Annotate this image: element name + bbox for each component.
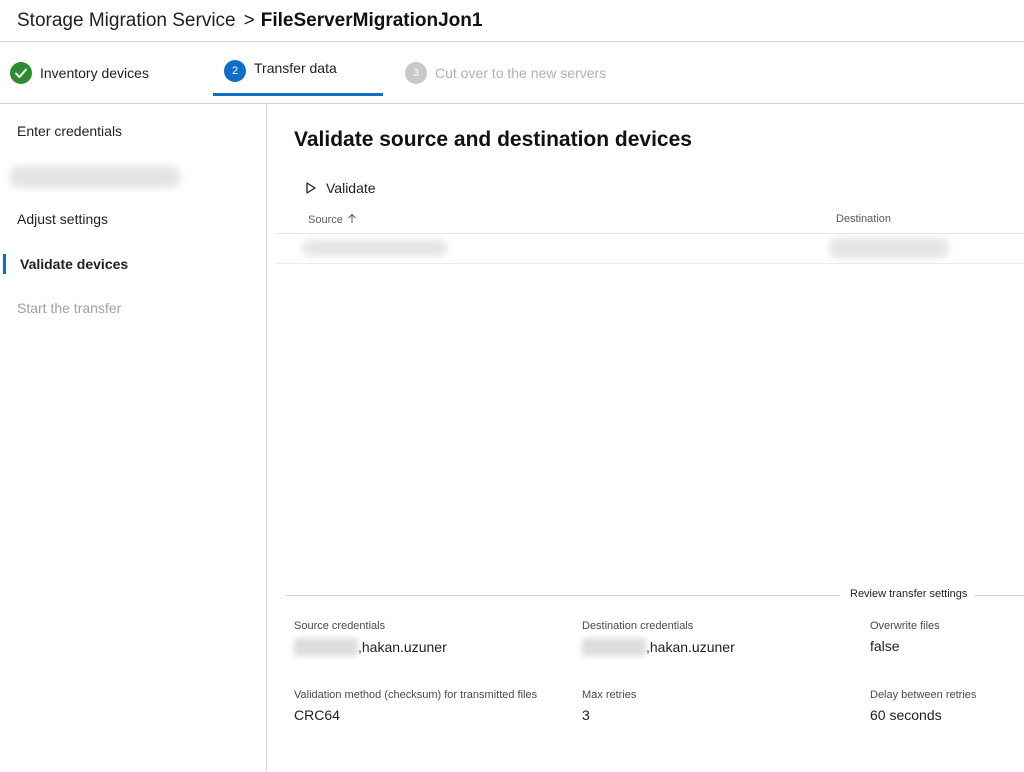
column-header-source[interactable]: Source [308, 213, 357, 227]
step-label: Inventory devices [40, 65, 149, 81]
breadcrumb-service[interactable]: Storage Migration Service [17, 10, 236, 32]
setting-label: Destination credentials [582, 620, 694, 632]
setting-label: Validation method (checksum) for transmi… [294, 689, 538, 701]
setting-source-credentials: Source credentials ,hakan.uzuner [294, 620, 447, 656]
setting-destination-credentials: Destination credentials ,hakan.uzuner [582, 620, 735, 656]
sidebar-item-enter-credentials[interactable]: Enter credentials [17, 123, 122, 139]
setting-label: Delay between retries [870, 689, 977, 701]
step-label: Transfer data [254, 60, 337, 76]
table-row[interactable] [276, 234, 1024, 264]
setting-validation-method: Validation method (checksum) for transmi… [294, 689, 537, 723]
breadcrumb: Storage Migration Service > FileServerMi… [0, 0, 1024, 42]
redacted-source-cell [302, 240, 447, 256]
main-content: Validate source and destination devices … [268, 104, 1024, 772]
column-header-destination[interactable]: Destination [836, 213, 891, 225]
table-header: Source Destination [276, 208, 1024, 234]
setting-value: 3 [582, 707, 590, 723]
setting-value: ,hakan.uzuner [294, 638, 447, 656]
breadcrumb-separator: > [243, 9, 255, 31]
play-icon [306, 182, 316, 194]
sort-ascending-icon [347, 213, 357, 227]
active-item-indicator [3, 254, 6, 274]
setting-label: Max retries [582, 689, 637, 701]
setting-overwrite-files: Overwrite files false [870, 620, 940, 654]
page-title: FileServerMigrationJon1 [260, 9, 483, 31]
step-number-badge: 2 [224, 60, 246, 82]
redacted-text [10, 166, 180, 188]
step-cut-over: 3 Cut over to the new servers [405, 42, 606, 104]
redacted-domain [294, 638, 358, 656]
section-title: Validate source and destination devices [294, 128, 692, 151]
setting-max-retries: Max retries 3 [582, 689, 636, 723]
step-label: Cut over to the new servers [435, 65, 607, 81]
redacted-domain [582, 638, 646, 656]
setting-value: CRC64 [294, 707, 340, 723]
sidebar-item-validate-devices[interactable]: Validate devices [20, 256, 128, 272]
step-number-badge: 3 [405, 62, 427, 84]
validate-button[interactable]: Validate [306, 180, 376, 196]
setting-label: Source credentials [294, 620, 386, 632]
sidebar: Enter credentials Adjust settings Valida… [0, 104, 267, 772]
wizard-stepper: Inventory devices 2 Transfer data 3 Cut … [0, 42, 1024, 104]
validate-label: Validate [326, 180, 376, 196]
checkmark-icon [10, 62, 32, 84]
setting-value: 60 seconds [870, 707, 942, 723]
setting-label: Overwrite files [870, 620, 940, 632]
step-transfer-data[interactable]: 2 Transfer data [213, 42, 383, 104]
review-settings-label: Review transfer settings [840, 588, 976, 600]
active-step-indicator [213, 93, 383, 96]
setting-delay-between-retries: Delay between retries 60 seconds [870, 689, 976, 723]
setting-value: false [870, 638, 900, 654]
sidebar-item-adjust-settings[interactable]: Adjust settings [17, 211, 108, 227]
step-inventory-devices[interactable]: Inventory devices [10, 42, 149, 104]
sidebar-item-start-transfer: Start the transfer [17, 300, 122, 316]
setting-value: ,hakan.uzuner [582, 638, 735, 656]
redacted-destination-cell [829, 238, 949, 258]
